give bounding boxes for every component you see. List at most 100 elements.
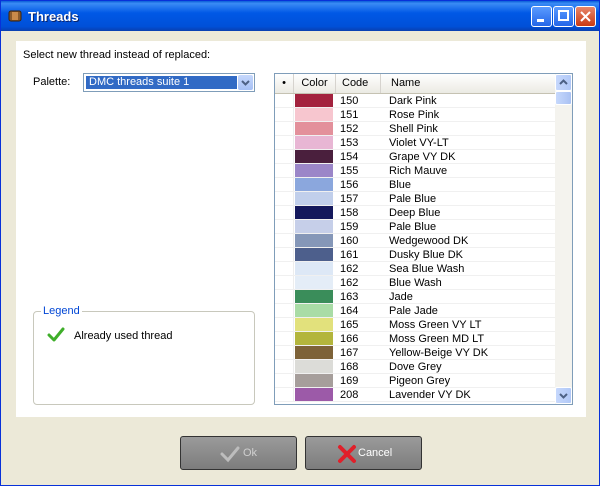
cancel-label: Cancel bbox=[358, 447, 393, 459]
scroll-up-button[interactable] bbox=[555, 74, 572, 91]
table-row[interactable]: 158 Deep Blue bbox=[275, 206, 555, 220]
row-selector[interactable] bbox=[275, 220, 294, 233]
row-selector[interactable] bbox=[275, 276, 294, 289]
scroll-thumb[interactable] bbox=[555, 91, 572, 105]
color-swatch bbox=[295, 304, 333, 317]
thread-name: Lavender VY DK bbox=[389, 389, 471, 401]
palette-selected-value: DMC threads suite 1 bbox=[86, 76, 237, 89]
color-swatch bbox=[295, 192, 333, 205]
color-swatch bbox=[295, 234, 333, 247]
thread-name: Rose Pink bbox=[389, 109, 440, 121]
thread-name: Dark Pink bbox=[389, 95, 437, 107]
row-selector[interactable] bbox=[275, 388, 294, 401]
table-row[interactable]: 162 Sea Blue Wash bbox=[275, 262, 555, 276]
table-row[interactable]: 162 Blue Wash bbox=[275, 276, 555, 290]
row-selector[interactable] bbox=[275, 94, 294, 107]
row-selector[interactable] bbox=[275, 332, 294, 345]
palette-select[interactable]: DMC threads suite 1 bbox=[83, 73, 255, 92]
color-swatch bbox=[295, 276, 333, 289]
table-row[interactable]: 168 Dove Grey bbox=[275, 360, 555, 374]
ok-label: Ok bbox=[243, 447, 258, 459]
table-row[interactable]: 160 Wedgewood DK bbox=[275, 234, 555, 248]
row-selector[interactable] bbox=[275, 150, 294, 163]
close-button[interactable] bbox=[575, 6, 596, 27]
table-row[interactable]: 167 Yellow-Beige VY DK bbox=[275, 346, 555, 360]
row-selector[interactable] bbox=[275, 360, 294, 373]
table-row[interactable]: 159 Pale Blue bbox=[275, 220, 555, 234]
table-row[interactable]: 155 Rich Mauve bbox=[275, 164, 555, 178]
row-selector[interactable] bbox=[275, 136, 294, 149]
row-selector[interactable] bbox=[275, 290, 294, 303]
table-row[interactable]: 169 Pigeon Grey bbox=[275, 374, 555, 388]
table-row[interactable]: 157 Pale Blue bbox=[275, 192, 555, 206]
thread-name: Shell Pink bbox=[389, 123, 438, 135]
row-selector[interactable] bbox=[275, 164, 294, 177]
row-selector[interactable] bbox=[275, 262, 294, 275]
table-row[interactable]: 161 Dusky Blue DK bbox=[275, 248, 555, 262]
chevron-down-icon bbox=[559, 393, 568, 399]
row-selector[interactable] bbox=[275, 178, 294, 191]
column-header-color[interactable]: Color bbox=[294, 74, 336, 93]
thread-code: 159 bbox=[340, 221, 359, 233]
row-selector[interactable] bbox=[275, 234, 294, 247]
row-selector[interactable] bbox=[275, 318, 294, 331]
row-selector[interactable] bbox=[275, 206, 294, 219]
color-swatch bbox=[295, 388, 333, 401]
row-selector[interactable] bbox=[275, 192, 294, 205]
thread-code: 165 bbox=[340, 319, 359, 331]
row-selector[interactable] bbox=[275, 304, 294, 317]
row-selector[interactable] bbox=[275, 374, 294, 387]
threads-table[interactable]: • Color Code Name 150 Dark Pink 151 Rose Pi… bbox=[274, 73, 573, 405]
table-row[interactable]: 166 Moss Green MD LT bbox=[275, 332, 555, 346]
table-row[interactable]: 163 Jade bbox=[275, 290, 555, 304]
dropdown-button[interactable] bbox=[238, 75, 253, 90]
color-swatch bbox=[295, 108, 333, 121]
thread-code: 164 bbox=[340, 305, 359, 317]
maximize-icon bbox=[558, 10, 569, 21]
minimize-button[interactable] bbox=[531, 6, 552, 27]
cancel-button[interactable]: Cancel bbox=[305, 436, 422, 470]
table-row[interactable]: 208 Lavender VY DK bbox=[275, 388, 555, 402]
thread-name: Pigeon Grey bbox=[389, 375, 451, 387]
row-selector[interactable] bbox=[275, 248, 294, 261]
thread-name: Blue Wash bbox=[389, 277, 442, 289]
row-selector[interactable] bbox=[275, 122, 294, 135]
thread-code: 153 bbox=[340, 137, 359, 149]
title-bar[interactable]: Threads bbox=[1, 1, 599, 31]
table-row[interactable]: 152 Shell Pink bbox=[275, 122, 555, 136]
column-header-select[interactable]: • bbox=[275, 74, 294, 93]
palette-label: Palette: bbox=[33, 76, 71, 88]
table-row[interactable]: 151 Rose Pink bbox=[275, 108, 555, 122]
ok-button[interactable]: Ok bbox=[180, 436, 297, 470]
thread-code: 150 bbox=[340, 95, 359, 107]
scroll-down-button[interactable] bbox=[555, 387, 572, 404]
color-swatch bbox=[295, 374, 333, 387]
check-icon bbox=[220, 446, 240, 463]
maximize-button[interactable] bbox=[553, 6, 574, 27]
vertical-scrollbar[interactable] bbox=[555, 74, 572, 404]
column-header-name[interactable]: Name bbox=[381, 74, 555, 93]
color-swatch bbox=[295, 150, 333, 163]
row-selector[interactable] bbox=[275, 108, 294, 121]
instruction-text: Select new thread instead of replaced: bbox=[23, 49, 211, 61]
color-swatch bbox=[295, 360, 333, 373]
table-row[interactable]: 154 Grape VY DK bbox=[275, 150, 555, 164]
table-row[interactable]: 153 Violet VY-LT bbox=[275, 136, 555, 150]
red-x-icon bbox=[338, 445, 356, 463]
thread-code: 168 bbox=[340, 361, 359, 373]
table-row[interactable]: 156 Blue bbox=[275, 178, 555, 192]
table-body: 150 Dark Pink 151 Rose Pink 152 Shell Pink 153… bbox=[275, 94, 555, 402]
window-title: Threads bbox=[28, 9, 79, 24]
thread-name: Moss Green VY LT bbox=[389, 319, 482, 331]
table-row[interactable]: 165 Moss Green VY LT bbox=[275, 318, 555, 332]
table-row[interactable]: 164 Pale Jade bbox=[275, 304, 555, 318]
row-selector[interactable] bbox=[275, 346, 294, 359]
thread-name: Sea Blue Wash bbox=[389, 263, 465, 275]
thread-name: Yellow-Beige VY DK bbox=[389, 347, 489, 359]
thread-code: 154 bbox=[340, 151, 359, 163]
table-row[interactable]: 150 Dark Pink bbox=[275, 94, 555, 108]
column-header-code[interactable]: Code bbox=[336, 74, 381, 93]
thread-code: 151 bbox=[340, 109, 359, 121]
thread-name: Dove Grey bbox=[389, 361, 442, 373]
thread-name: Rich Mauve bbox=[389, 165, 448, 177]
